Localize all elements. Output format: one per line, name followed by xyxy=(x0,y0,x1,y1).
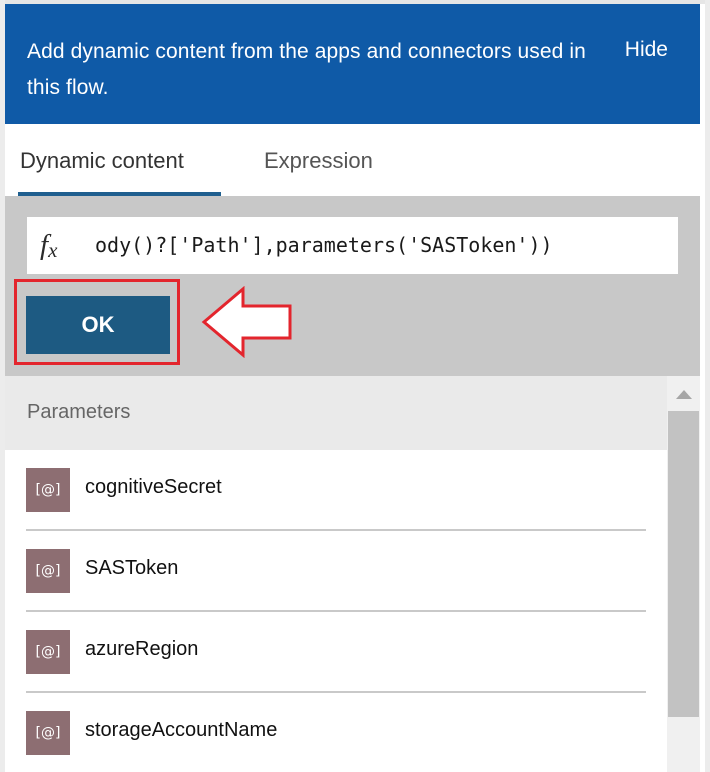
list-scrollbar[interactable] xyxy=(667,376,700,772)
parameter-label: SASToken xyxy=(85,557,179,579)
parameter-icon: [@] xyxy=(26,468,70,512)
parameter-icon: [@] xyxy=(26,630,70,674)
parameter-icon: [@] xyxy=(26,549,70,593)
parameter-item-cognitivesecret[interactable]: [@] cognitiveSecret xyxy=(26,450,646,531)
parameters-section-label: Parameters xyxy=(27,401,131,423)
function-fx-icon: fx xyxy=(40,229,58,262)
banner-message: Add dynamic content from the apps and co… xyxy=(27,40,586,99)
dynamic-content-panel: Add dynamic content from the apps and co… xyxy=(0,0,710,772)
parameters-list: Parameters [@] cognitiveSecret [@] SASTo… xyxy=(5,376,667,772)
left-arrow-annotation-icon xyxy=(201,286,292,358)
parameter-label: azureRegion xyxy=(85,638,199,660)
tab-expression[interactable]: Expression xyxy=(264,147,373,175)
parameter-label: cognitiveSecret xyxy=(85,476,222,498)
window-right-edge xyxy=(705,0,710,772)
parameter-item-sastoken[interactable]: [@] SASToken xyxy=(26,531,646,612)
content-tabs: Dynamic content Expression xyxy=(5,124,700,196)
parameter-icon: [@] xyxy=(26,711,70,755)
expression-text[interactable]: ody()?['Path'],parameters('SASToken')) xyxy=(95,217,665,274)
tab-dynamic-content[interactable]: Dynamic content xyxy=(20,147,184,175)
ok-button[interactable]: OK xyxy=(26,296,170,354)
parameter-item-azureregion[interactable]: [@] azureRegion xyxy=(26,612,646,693)
parameter-item-storageaccountname[interactable]: [@] storageAccountName xyxy=(26,693,646,772)
scrollbar-thumb[interactable] xyxy=(668,411,699,717)
expression-value: ody()?['Path'],parameters('SASToken')) xyxy=(95,233,553,257)
info-banner: Add dynamic content from the apps and co… xyxy=(5,4,700,124)
hide-link[interactable]: Hide xyxy=(625,38,668,62)
scroll-up-icon[interactable] xyxy=(676,390,692,399)
expression-panel: fx ody()?['Path'],parameters('SASToken')… xyxy=(5,196,700,376)
parameters-section-header: Parameters xyxy=(5,376,667,450)
parameter-label: storageAccountName xyxy=(85,719,278,741)
expression-input[interactable]: fx ody()?['Path'],parameters('SASToken')… xyxy=(27,217,678,274)
